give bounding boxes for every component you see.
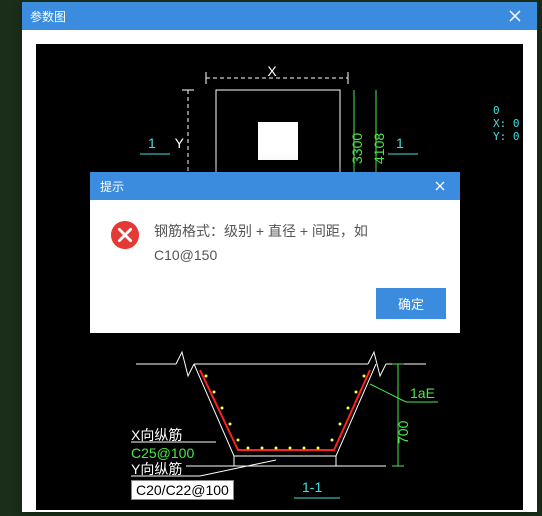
- main-titlebar: 参数图: [22, 2, 537, 30]
- close-icon: [435, 181, 445, 191]
- label-y-rebar: Y向纵筋: [131, 461, 182, 477]
- main-window-title: 参数图: [30, 8, 66, 25]
- center-column: [258, 122, 298, 160]
- dim-3300: 3300: [349, 133, 365, 164]
- side-info-0: 0: [493, 104, 523, 117]
- error-dialog: 提示 钢筋格式：级别 + 直径 + 间距，如 C10@150 确定: [90, 172, 460, 333]
- value-x-rebar: C25@100: [131, 445, 194, 461]
- dim-1750-right: 1750: [426, 44, 457, 45]
- dialog-message: 钢筋格式：级别 + 直径 + 间距，如 C10@150: [154, 220, 368, 268]
- close-icon: [509, 10, 521, 22]
- dialog-title: 提示: [100, 178, 124, 195]
- dim-y-label: Y: [175, 135, 185, 151]
- rebar-dots: [205, 375, 366, 450]
- dim-1750-left: 1750: [196, 44, 227, 45]
- error-icon: [110, 220, 140, 250]
- y-rebar-edit-field[interactable]: C20/C22@100: [131, 480, 234, 500]
- section-title: 1-1: [302, 479, 322, 495]
- dialog-close-button[interactable]: [430, 176, 450, 196]
- label-x-rebar: X向纵筋: [131, 427, 182, 443]
- dim-700: 700: [395, 420, 411, 444]
- side-info-x: X: 0: [493, 117, 523, 130]
- dim-4108: 4108: [371, 133, 387, 164]
- side-info-panel: 0 X: 0 Y: 0: [493, 104, 523, 143]
- dialog-message-line2: C10@150: [154, 244, 368, 268]
- dialog-body: 钢筋格式：级别 + 直径 + 间距，如 C10@150: [90, 200, 460, 280]
- section-mark-left: 1: [148, 135, 156, 151]
- dialog-message-line1: 钢筋格式：级别 + 直径 + 间距，如: [154, 220, 368, 244]
- ok-button[interactable]: 确定: [376, 288, 446, 319]
- section-mark-right: 1: [396, 135, 404, 151]
- label-1aE: 1aE: [410, 385, 435, 401]
- dialog-footer: 确定: [90, 280, 460, 333]
- dim-x-label: X: [267, 63, 277, 79]
- main-close-button[interactable]: [501, 2, 529, 30]
- side-info-y: Y: 0: [493, 130, 523, 143]
- dialog-titlebar: 提示: [90, 172, 460, 200]
